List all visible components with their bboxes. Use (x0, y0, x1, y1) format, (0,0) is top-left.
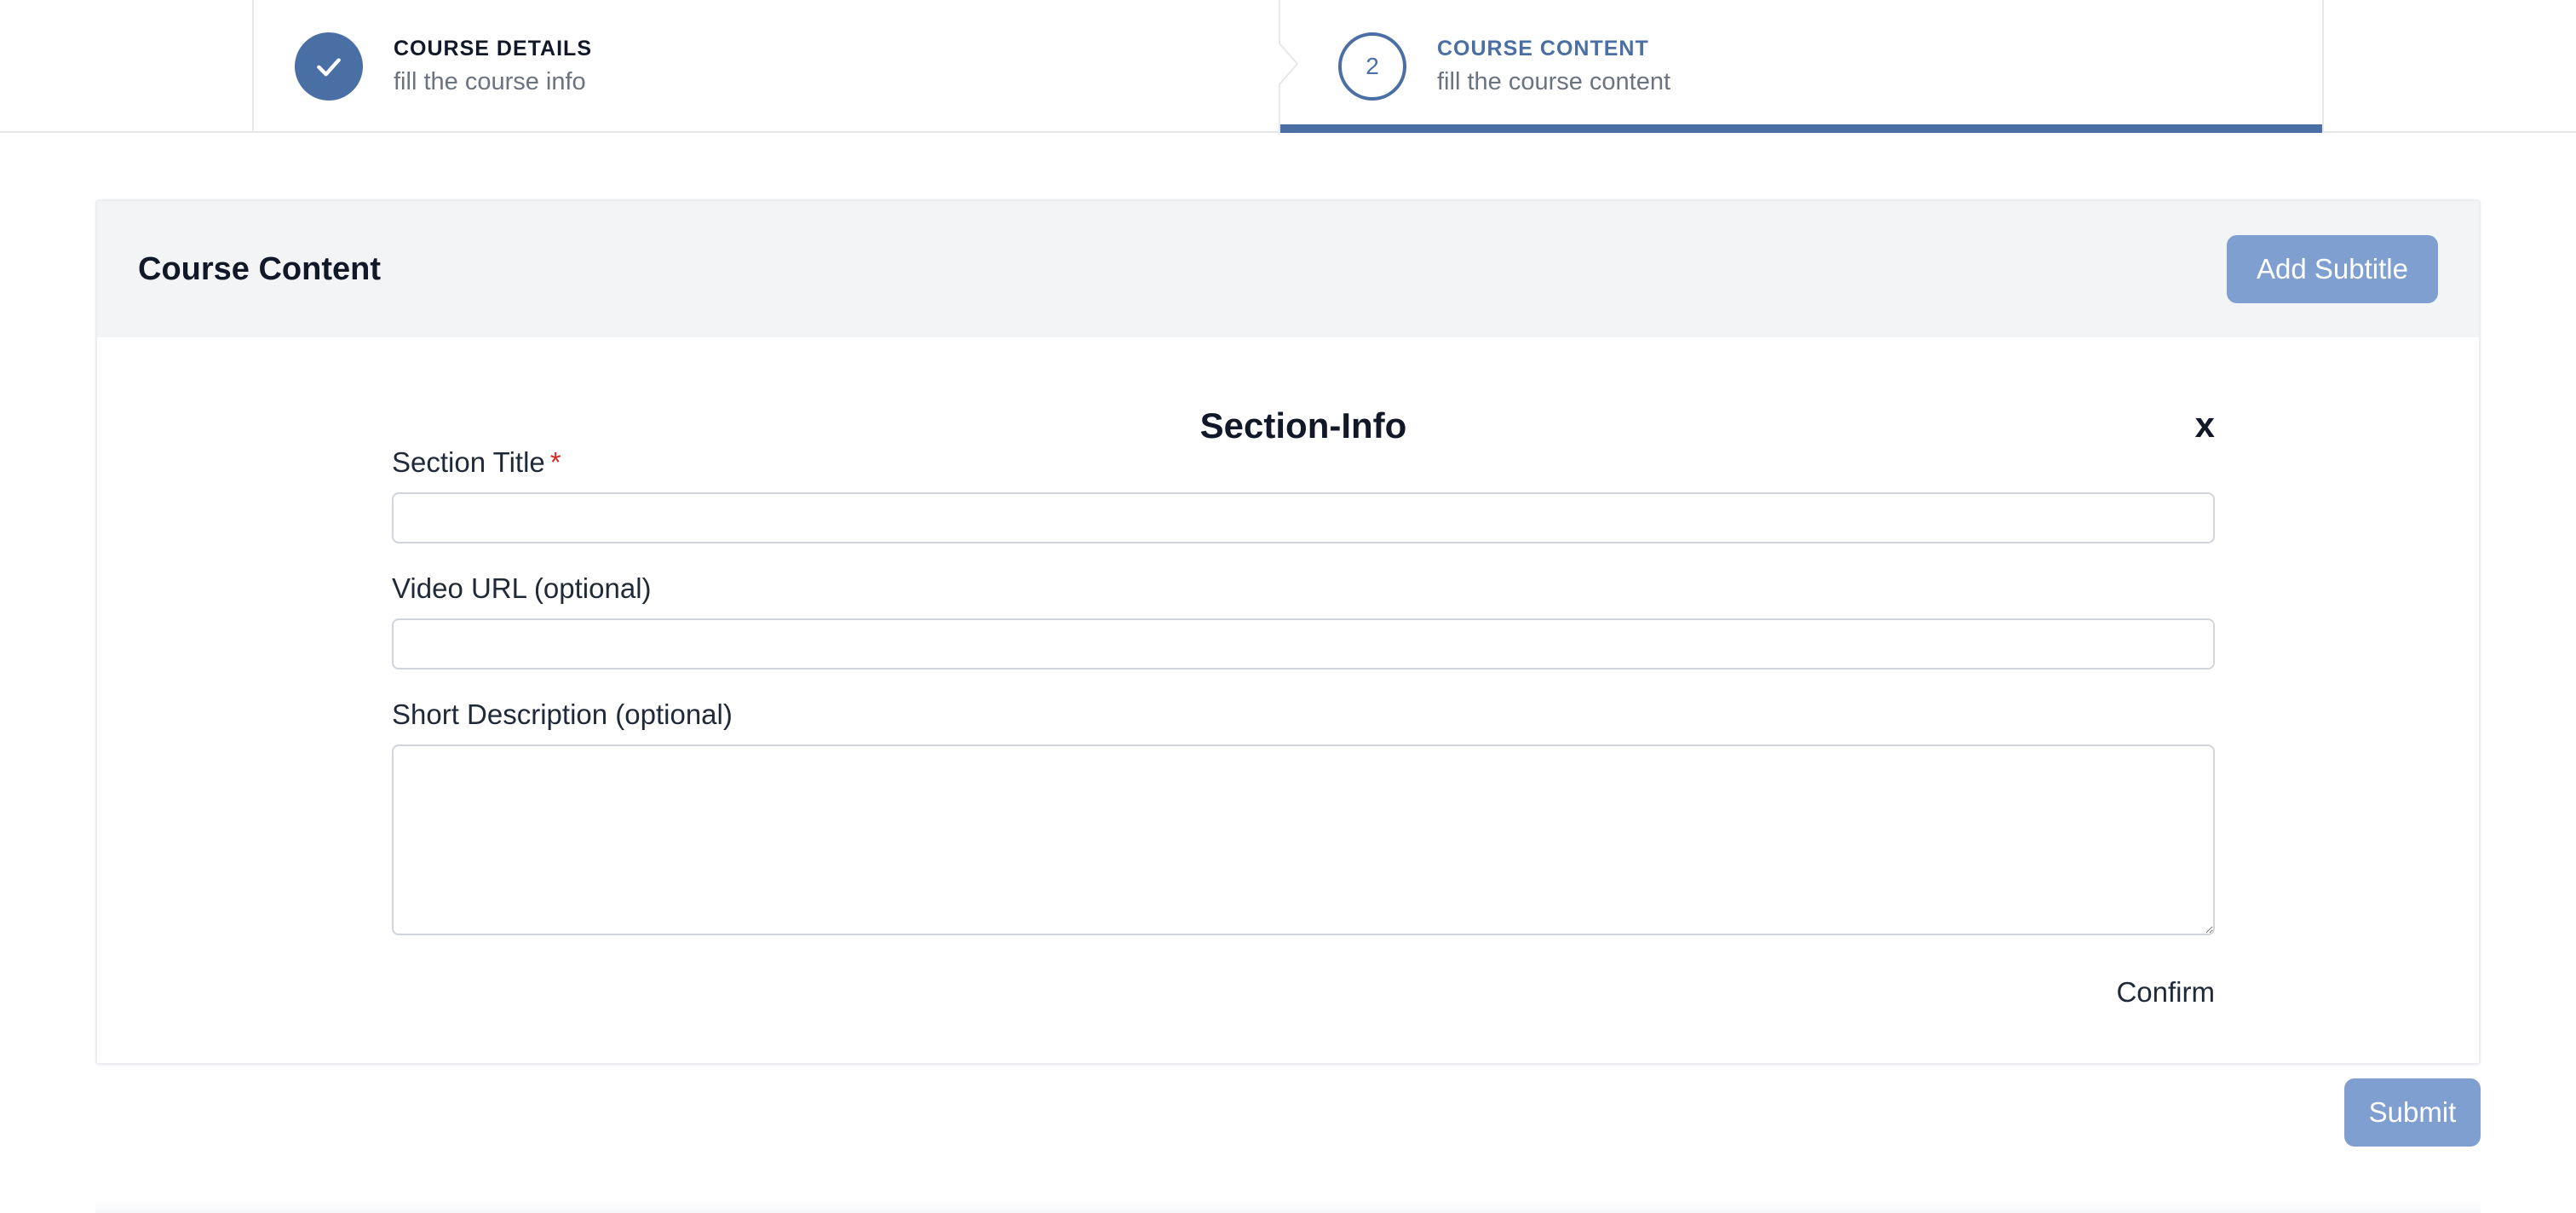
step-separator-chevron (1279, 43, 1299, 85)
step-subtitle: fill the course content (1437, 68, 1671, 95)
step-complete-badge (295, 32, 363, 101)
section-info-form: Section-Info x Section Title * Video URL … (392, 405, 2215, 1008)
video-url-field: Video URL (optional) (392, 572, 2215, 670)
card-header: Course Content Add Subtitle (97, 201, 2479, 337)
section-title-label-text: Section Title (392, 446, 545, 478)
video-url-input[interactable] (392, 618, 2215, 670)
course-content-card: Course Content Add Subtitle Section-Info… (95, 199, 2481, 1065)
stepper-bar: COURSE DETAILS fill the course info 2 CO… (0, 0, 2576, 133)
stepper: COURSE DETAILS fill the course info 2 CO… (252, 0, 2324, 133)
step-course-details[interactable]: COURSE DETAILS fill the course info (254, 0, 1279, 133)
card-title: Course Content (138, 250, 381, 287)
section-header: Section-Info x (392, 405, 2215, 451)
step-course-content[interactable]: 2 COURSE CONTENT fill the course content (1279, 0, 2322, 133)
section-heading: Section-Info (1199, 405, 1407, 446)
short-description-textarea[interactable] (392, 744, 2215, 935)
required-asterisk: * (549, 446, 561, 478)
short-description-field: Short Description (optional) (392, 698, 2215, 940)
step-number-badge: 2 (1338, 32, 1406, 101)
section-title-field: Section Title * (392, 446, 2215, 543)
video-url-label: Video URL (optional) (392, 572, 652, 604)
step-title: COURSE CONTENT (1437, 37, 1649, 60)
section-title-label: Section Title * (392, 446, 2215, 479)
short-description-label: Short Description (optional) (392, 698, 733, 730)
step-subtitle: fill the course info (394, 68, 586, 95)
check-icon (317, 58, 341, 77)
step-text: COURSE CONTENT fill the course content (1437, 37, 1670, 96)
step-text: COURSE DETAILS fill the course info (394, 37, 592, 96)
add-subtitle-button[interactable]: Add Subtitle (2227, 235, 2438, 303)
confirm-button[interactable]: Confirm (2116, 976, 2215, 1009)
bottom-divider (95, 1199, 2481, 1213)
step-title: COURSE DETAILS (394, 37, 592, 60)
close-section-button[interactable]: x (2195, 407, 2215, 443)
section-title-input[interactable] (392, 492, 2215, 543)
submit-button[interactable]: Submit (2344, 1078, 2481, 1147)
